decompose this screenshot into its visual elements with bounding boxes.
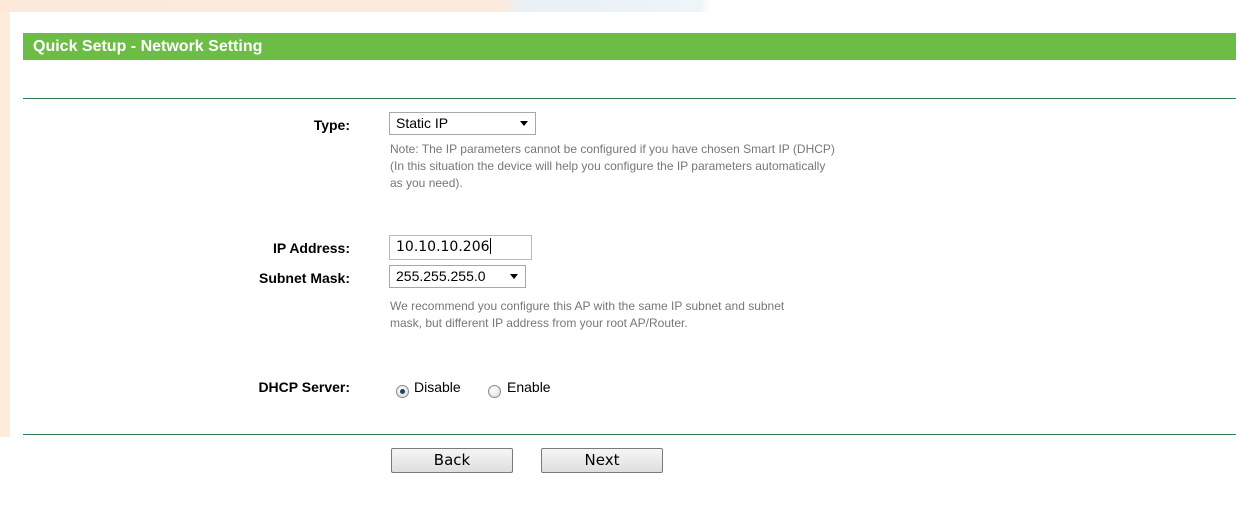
dhcp-server-label: DHCP Server:	[258, 379, 350, 395]
dhcp-disable-label[interactable]: Disable	[414, 379, 461, 395]
subnet-mask-label: Subnet Mask:	[258, 270, 350, 286]
text-caret	[489, 238, 491, 254]
subnet-note-line: mask, but different IP address from your…	[390, 316, 688, 330]
divider-top	[23, 98, 1236, 99]
subnet-mask-note: We recommend you configure this AP with …	[390, 298, 784, 332]
dhcp-enable-label[interactable]: Enable	[507, 379, 551, 395]
back-button[interactable]: Back	[391, 448, 513, 473]
next-button[interactable]: Next	[541, 448, 663, 473]
subnet-mask-value: 255.255.255.0	[396, 268, 486, 284]
background-strip-left	[0, 12, 10, 437]
type-note-line: (In this situation the device will help …	[390, 159, 826, 173]
type-note-line: Note: The IP parameters cannot be config…	[390, 142, 835, 156]
page-title: Quick Setup - Network Setting	[23, 33, 1236, 60]
chevron-down-icon	[510, 274, 518, 279]
dhcp-enable-radio[interactable]	[488, 385, 501, 398]
type-note: Note: The IP parameters cannot be config…	[390, 141, 835, 192]
background-strip-top	[0, 0, 1253, 12]
type-label: Type:	[313, 117, 350, 133]
subnet-note-line: We recommend you configure this AP with …	[390, 299, 785, 313]
dhcp-disable-radio[interactable]	[396, 385, 409, 398]
divider-bottom	[23, 434, 1236, 435]
ip-address-label: IP Address:	[272, 240, 350, 256]
subnet-mask-select[interactable]: 255.255.255.0	[389, 265, 526, 288]
type-note-line: as you need).	[390, 176, 463, 190]
type-select-value: Static IP	[396, 115, 449, 131]
ip-address-value: 10.10.10.206	[396, 239, 490, 255]
ip-address-input[interactable]: 10.10.10.206	[389, 235, 532, 260]
type-select[interactable]: Static IP	[389, 112, 536, 135]
chevron-down-icon	[520, 121, 528, 126]
